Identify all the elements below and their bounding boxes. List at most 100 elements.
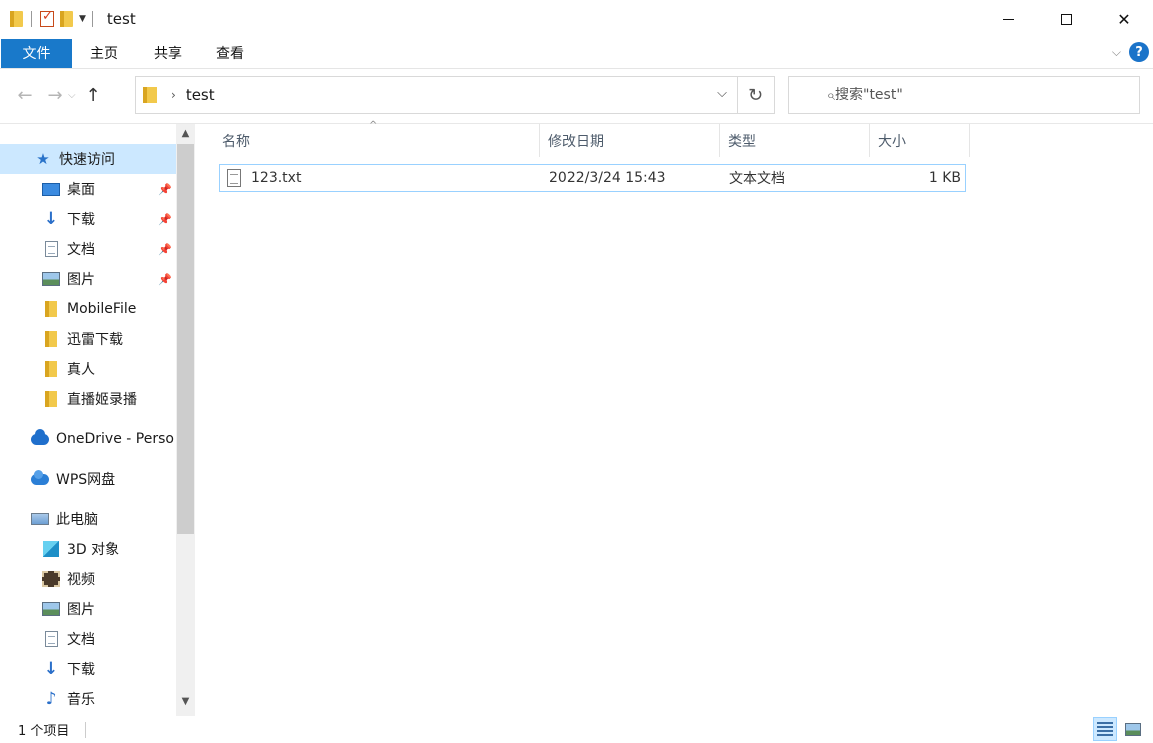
address-dropdown-icon[interactable]: ⌵ [717,86,727,101]
sidebar-item-onedrive[interactable]: OneDrive - Perso [0,424,176,454]
scrollbar-thumb[interactable] [177,144,194,534]
document-icon [42,630,60,648]
sidebar-item-label: 桌面 [67,182,95,198]
sidebar-item-pc-pictures[interactable]: 图片 [0,594,176,624]
table-row[interactable]: 123.txt 2022/3/24 15:43 文本文档 1 KB [219,164,966,192]
navigation-pane: ★ 快速访问 桌面 📌 ↓ 下载 📌 文档 📌 图片 📌 MobileFile … [0,124,196,716]
refresh-button[interactable]: ↻ [737,76,775,114]
item-count: 1 个项目 [18,724,70,739]
sidebar-item-label: 文档 [67,632,95,648]
sidebar-item-documents[interactable]: 文档 📌 [0,234,176,264]
folder-icon [42,360,60,378]
pin-icon: 📌 [158,242,172,256]
download-icon: ↓ [43,659,59,679]
breadcrumb[interactable]: test [186,86,215,104]
sidebar-item-livestream[interactable]: 直播姬录播 [0,384,176,414]
ribbon-tabs: 文件 主页 共享 查看 ⌵ ? [0,38,1153,69]
navigation-bar: ← → ⌵ ↑ › test ⌵ ↻ ⌕ [0,70,1153,120]
sidebar-item-mobilefile[interactable]: MobileFile [0,294,176,324]
wps-cloud-icon [31,469,49,488]
column-headers: ^ 名称 修改日期 类型 大小 [214,120,970,157]
properties-icon[interactable] [40,9,54,27]
scroll-down-icon[interactable]: ▼ [176,692,195,712]
file-list: ^ 名称 修改日期 类型 大小 123.txt 2022/3/24 15:43 … [196,120,1153,716]
file-size-cell: 1 KB [928,170,961,186]
tab-home[interactable]: 主页 [72,39,134,68]
sidebar-item-videos[interactable]: 视频 [0,564,176,594]
forward-icon[interactable]: → [42,85,68,106]
tab-view[interactable]: 查看 [198,39,260,68]
recent-locations-icon[interactable]: ⌵ [68,90,80,101]
tab-file[interactable]: 文件 [1,38,72,68]
customize-toolbar-dropdown-icon[interactable]: ▼ [79,14,86,24]
close-icon: ✕ [1117,9,1131,29]
large-icons-view-button[interactable] [1121,717,1145,741]
column-header-size[interactable]: 大小 [870,124,970,157]
sidebar-item-label: 文档 [67,242,95,258]
folder-icon [143,87,157,103]
address-bar[interactable]: › test ⌵ [135,76,738,114]
column-header-label: 名称 [222,133,250,150]
sidebar-item-this-pc[interactable]: 此电脑 [0,504,176,534]
sidebar-item-3d-objects[interactable]: 3D 对象 [0,534,176,564]
sidebar-item-desktop[interactable]: 桌面 📌 [0,174,176,204]
tab-share[interactable]: 共享 [134,39,198,68]
details-view-button[interactable] [1093,717,1117,741]
window-title: test [106,10,136,28]
search-box[interactable]: ⌕ [788,76,1140,114]
toolbar-divider [91,11,93,27]
breadcrumb-chevron-icon[interactable]: › [171,88,176,102]
document-icon [42,240,60,258]
column-header-modified[interactable]: 修改日期 [540,124,720,157]
column-header-type[interactable]: 类型 [720,124,870,157]
sidebar-item-label: 下载 [67,662,95,678]
star-icon: ★ [36,150,50,168]
back-icon[interactable]: ← [8,85,42,106]
sidebar-item-label: 快速访问 [59,152,115,168]
sidebar-item-downloads[interactable]: ↓ 下载 📌 [0,204,176,234]
sidebar-item-label: 图片 [67,602,95,618]
search-icon: ⌕ [826,86,835,104]
scroll-up-icon[interactable]: ▲ [176,124,195,144]
sidebar-item-quick-access[interactable]: ★ 快速访问 [0,144,176,174]
sidebar-item-pc-documents[interactable]: 文档 [0,624,176,654]
sidebar-item-wps[interactable]: WPS网盘 [0,464,176,494]
file-name: 123.txt [251,170,302,186]
maximize-button[interactable] [1037,0,1095,38]
new-folder-icon[interactable] [60,11,73,27]
column-header-label: 大小 [878,133,906,150]
help-icon[interactable]: ? [1129,42,1149,62]
sidebar-item-label: 图片 [67,272,95,288]
close-button[interactable]: ✕ [1095,0,1153,38]
large-icons-view-icon [1125,722,1141,736]
sort-ascending-icon: ^ [369,120,378,131]
sidebar-item-label: 视频 [67,572,95,588]
column-header-name[interactable]: ^ 名称 [214,120,540,157]
sidebar-item-pictures[interactable]: 图片 📌 [0,264,176,294]
minimize-button[interactable] [979,0,1037,38]
sidebar-item-label: MobileFile [67,301,137,317]
up-icon[interactable]: ↑ [80,85,106,106]
sidebar-item-music[interactable]: ♪ 音乐 [0,684,176,714]
picture-icon [42,270,60,288]
pin-icon: 📌 [158,272,172,286]
sidebar-item-pc-downloads[interactable]: ↓ 下载 [0,654,176,684]
sidebar-item-label: 3D 对象 [67,542,120,558]
computer-icon [31,510,49,528]
file-name-cell: 123.txt [220,165,541,191]
status-bar: 1 个项目 [0,716,1153,743]
pin-icon: 📌 [158,182,172,196]
picture-icon [42,600,60,618]
expand-ribbon-icon[interactable]: ⌵ [1112,45,1121,60]
search-input[interactable] [835,87,1115,103]
status-divider [85,721,87,738]
sidebar-scrollbar[interactable]: ▲ ▼ [176,124,195,716]
sidebar-item-zhenren[interactable]: 真人 [0,354,176,384]
file-type-cell: 文本文档 [729,171,785,187]
sidebar-item-xunlei[interactable]: 迅雷下载 [0,324,176,354]
quick-access-toolbar: ▼ test [0,0,136,38]
minimize-icon [1002,18,1014,20]
sidebar-item-label: 真人 [67,362,95,378]
desktop-icon [42,180,60,198]
music-icon: ♪ [45,689,57,709]
